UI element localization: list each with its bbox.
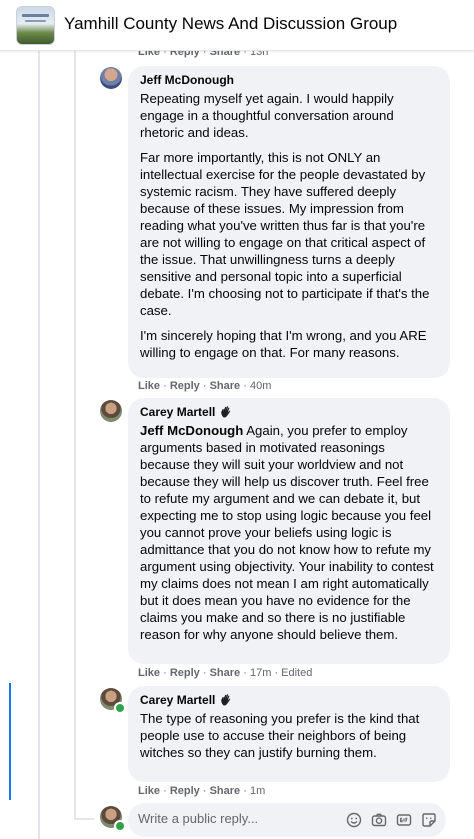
comment-text: The type of reasoning you prefer is the … <box>140 711 420 760</box>
emoji-icon[interactable] <box>346 812 362 828</box>
comment-timestamp[interactable]: 1m <box>250 785 265 797</box>
reply-input[interactable] <box>138 811 288 826</box>
reply-button[interactable]: Reply <box>170 667 200 679</box>
share-button[interactable]: Share <box>210 667 241 679</box>
gif-icon[interactable] <box>396 812 412 828</box>
thread-line-outer <box>38 50 40 839</box>
like-button[interactable]: Like <box>138 667 160 679</box>
comment-text: Far more importantly, this is not ONLY a… <box>140 150 430 318</box>
group-header: Yamhill County News And Discussion Group <box>0 0 474 51</box>
comment-author[interactable]: Carey Martell <box>140 404 438 420</box>
focus-indicator-bar <box>9 683 11 800</box>
edited-label[interactable]: Edited <box>281 667 312 679</box>
thread-connector <box>74 818 94 820</box>
thumbnail-title-graphic <box>22 14 49 17</box>
share-button[interactable]: Share <box>210 380 241 392</box>
avatar[interactable] <box>100 67 122 89</box>
comment-text: I'm sincerely hoping that I'm wrong, and… <box>140 328 427 360</box>
group-name[interactable]: Yamhill County News And Discussion Group <box>64 14 397 34</box>
comment-timestamp[interactable]: 17m <box>250 667 271 679</box>
comment-author[interactable]: Carey Martell <box>140 692 438 708</box>
waving-hand-icon <box>221 406 231 418</box>
like-button[interactable]: Like <box>138 785 160 797</box>
avatar[interactable] <box>100 400 122 422</box>
share-button[interactable]: Share <box>210 785 241 797</box>
reply-composer[interactable] <box>128 803 446 837</box>
comment-bubble: Carey Martell The type of reasoning you … <box>128 686 450 782</box>
camera-icon[interactable] <box>371 812 387 828</box>
group-cover-thumbnail[interactable] <box>16 6 55 45</box>
comment-actions: Like · Reply · Share · 17m · Edited <box>138 667 313 679</box>
comment-text: Repeating myself yet again. I would happ… <box>140 91 394 140</box>
comment-actions: Like · Reply · Share · 40m <box>138 380 272 392</box>
mentioned-user-link[interactable]: Jeff McDonough <box>140 423 243 438</box>
online-status-indicator <box>114 820 126 832</box>
comment-timestamp[interactable]: 40m <box>250 380 271 392</box>
waving-hand-icon <box>221 694 231 706</box>
comment-bubble: Carey Martell Jeff McDonough Again, you … <box>128 398 450 664</box>
comment-actions: Like · Reply · Share · 1m <box>138 785 266 797</box>
comment-text: Jeff McDonough Again, you prefer to empl… <box>140 423 434 642</box>
comment-author[interactable]: Jeff McDonough <box>140 72 438 88</box>
reply-button[interactable]: Reply <box>170 785 200 797</box>
thread-line-inner <box>74 50 76 820</box>
thumbnail-subtitle-graphic <box>25 20 46 22</box>
comment-bubble: Jeff McDonough Repeating myself yet agai… <box>128 66 450 378</box>
like-button[interactable]: Like <box>138 380 160 392</box>
reply-button[interactable]: Reply <box>170 380 200 392</box>
sticker-icon[interactable] <box>421 812 437 828</box>
online-status-indicator <box>114 702 126 714</box>
